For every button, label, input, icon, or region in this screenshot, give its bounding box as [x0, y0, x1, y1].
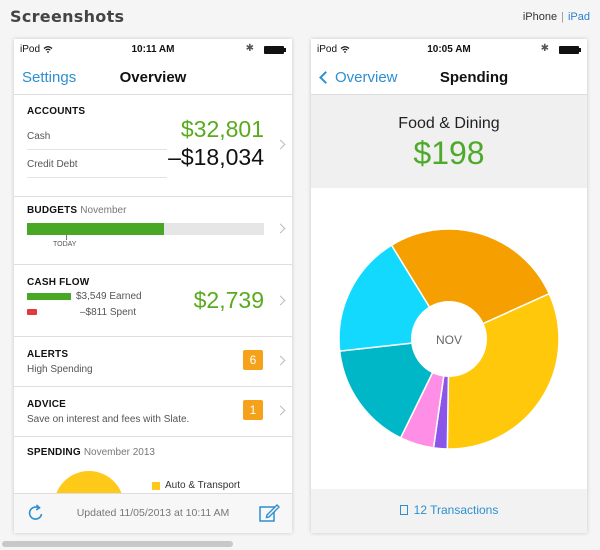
nav-title: Overview — [119, 69, 187, 86]
advice-label: ADVICE — [27, 399, 66, 410]
chevron-right-icon — [275, 355, 286, 366]
bluetooth-icon: ✱ — [245, 43, 254, 54]
earned-bar — [27, 293, 71, 300]
cash-label: Cash — [27, 131, 51, 142]
net-cash-flow: $2,739 — [193, 287, 264, 313]
nav-bar: Settings Overview — [14, 59, 292, 95]
screenshots-page: Screenshots iPhone | iPad iPod 10:11 AM ✱ … — [0, 0, 600, 550]
device-separator: | — [561, 11, 564, 23]
alerts-row[interactable]: ALERTS High Spending 6 — [14, 337, 292, 387]
ipad-link[interactable]: iPad — [568, 11, 590, 23]
compose-icon[interactable] — [258, 502, 280, 524]
spending-period: November 2013 — [83, 447, 155, 458]
document-icon — [399, 505, 408, 515]
chevron-right-icon — [275, 295, 286, 306]
device-toggle: iPhone | iPad — [523, 11, 590, 23]
chevron-right-icon — [275, 223, 286, 234]
overview-screen: iPod 10:11 AM ✱ Settings Overview ACCOUN… — [14, 39, 292, 533]
divider — [27, 149, 167, 150]
transactions-link[interactable]: 12 Transactions — [311, 503, 587, 517]
advice-count-badge: 1 — [243, 400, 263, 420]
status-bar: iPod 10:11 AM ✱ — [14, 39, 292, 59]
credit-debt-value: –$18,034 — [168, 144, 264, 170]
accounts-row[interactable]: ACCOUNTS Cash $32,801 Credit Debt –$18,0… — [14, 95, 292, 197]
alerts-label: ALERTS — [27, 349, 69, 360]
cash-flow-label: CASH FLOW — [27, 277, 90, 288]
spending-label: SPENDING November 2013 — [27, 447, 155, 458]
today-label: TODAY — [53, 241, 77, 248]
alerts-count-badge: 6 — [243, 350, 263, 370]
battery-icon — [264, 46, 286, 54]
spending-screen: iPod 10:05 AM ✱ Overview Spending Food &… — [311, 39, 587, 533]
iphone-link[interactable]: iPhone — [523, 11, 557, 23]
advice-detail: Save on interest and fees with Slate. — [27, 414, 190, 425]
transactions-bar: 12 Transactions — [311, 489, 587, 533]
pie-center-label: NOV — [435, 333, 462, 347]
spending-pie-chart[interactable] — [311, 39, 587, 493]
advice-row[interactable]: ADVICE Save on interest and fees with Sl… — [14, 387, 292, 437]
cash-flow-row[interactable]: CASH FLOW $3,549 Earned –$811 Spent $2,7… — [14, 265, 292, 337]
spent-text: –$811 Spent — [80, 307, 136, 318]
accounts-label: ACCOUNTS — [27, 106, 86, 117]
legend-label: Auto & Transport — [165, 480, 241, 491]
chevron-right-icon — [275, 405, 286, 416]
budget-progress-fill — [27, 223, 165, 235]
horizontal-scrollbar[interactable] — [0, 541, 600, 547]
earned-text: $3,549 Earned — [76, 291, 142, 302]
budgets-month: November — [80, 205, 127, 216]
budget-progress-bar — [27, 223, 264, 235]
budgets-label: BUDGETS November — [27, 205, 127, 216]
bottom-toolbar: Updated 11/05/2013 at 10:11 AM — [14, 493, 292, 533]
today-marker — [66, 235, 67, 240]
credit-debt-label: Credit Debt — [27, 159, 78, 170]
divider — [27, 177, 167, 178]
scrollbar-thumb[interactable] — [2, 541, 233, 547]
spending-row[interactable]: SPENDING November 2013 Auto & Transport — [14, 437, 292, 533]
spent-bar — [27, 309, 37, 315]
legend-swatch — [152, 482, 160, 490]
alerts-detail: High Spending — [27, 364, 93, 375]
cash-value: $32,801 — [180, 116, 264, 142]
budgets-row[interactable]: BUDGETS November TODAY — [14, 197, 292, 265]
updated-timestamp: Updated 11/05/2013 at 10:11 AM — [76, 507, 230, 519]
chevron-right-icon — [275, 139, 286, 150]
section-title: Screenshots — [10, 7, 125, 26]
